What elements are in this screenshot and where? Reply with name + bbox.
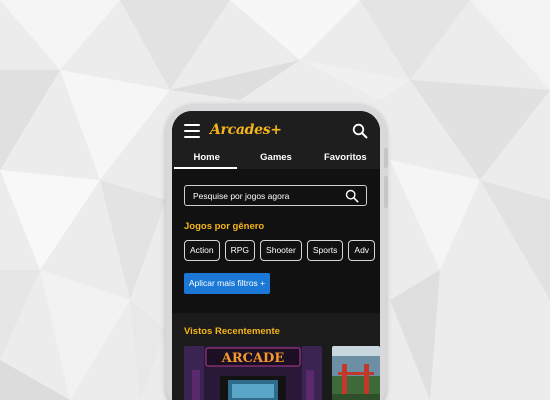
app-header: Arcades+ Home Games Favoritos	[172, 111, 380, 169]
recently-viewed-title: Vistos Recentemente	[184, 326, 280, 337]
tab-games[interactable]: Games	[241, 149, 310, 169]
genre-chip-shooter[interactable]: Shooter	[260, 240, 302, 261]
apply-filters-button[interactable]: Aplicar mais filtros +	[184, 273, 270, 294]
genre-section-title: Jogos por gênero	[184, 221, 265, 232]
app-screen: Arcades+ Home Games Favoritos Jogos por …	[172, 111, 380, 400]
search-box	[184, 185, 367, 206]
hamburger-menu-icon[interactable]	[184, 124, 200, 138]
genre-chip-sports[interactable]: Sports	[306, 240, 344, 261]
search-input[interactable]	[193, 189, 333, 203]
tab-home[interactable]: Home	[172, 149, 241, 169]
genre-chip-adventure[interactable]: Adv	[348, 240, 376, 261]
recently-viewed-section: Vistos Recentemente ARCADE	[172, 313, 380, 400]
genre-chip-list: Action RPG Shooter Sports Adv	[184, 240, 380, 262]
search-icon[interactable]	[345, 189, 359, 203]
tab-favoritos[interactable]: Favoritos	[311, 149, 380, 169]
genre-chip-rpg[interactable]: RPG	[224, 240, 256, 261]
genre-chip-action[interactable]: Action	[184, 240, 220, 261]
recent-game-thumbnail[interactable]: ARCADE	[184, 346, 322, 400]
tab-bar: Home Games Favoritos	[172, 149, 380, 169]
recent-game-thumbnail[interactable]	[332, 346, 380, 400]
phone-side-button	[384, 148, 388, 168]
arcade-sign-text: ARCADE	[221, 351, 285, 366]
search-icon[interactable]	[352, 123, 368, 139]
phone-side-button	[384, 176, 388, 208]
search-panel: Jogos por gênero ActionRPGShooterSportsA…	[172, 169, 380, 313]
app-logo: Arcades+	[210, 122, 282, 138]
